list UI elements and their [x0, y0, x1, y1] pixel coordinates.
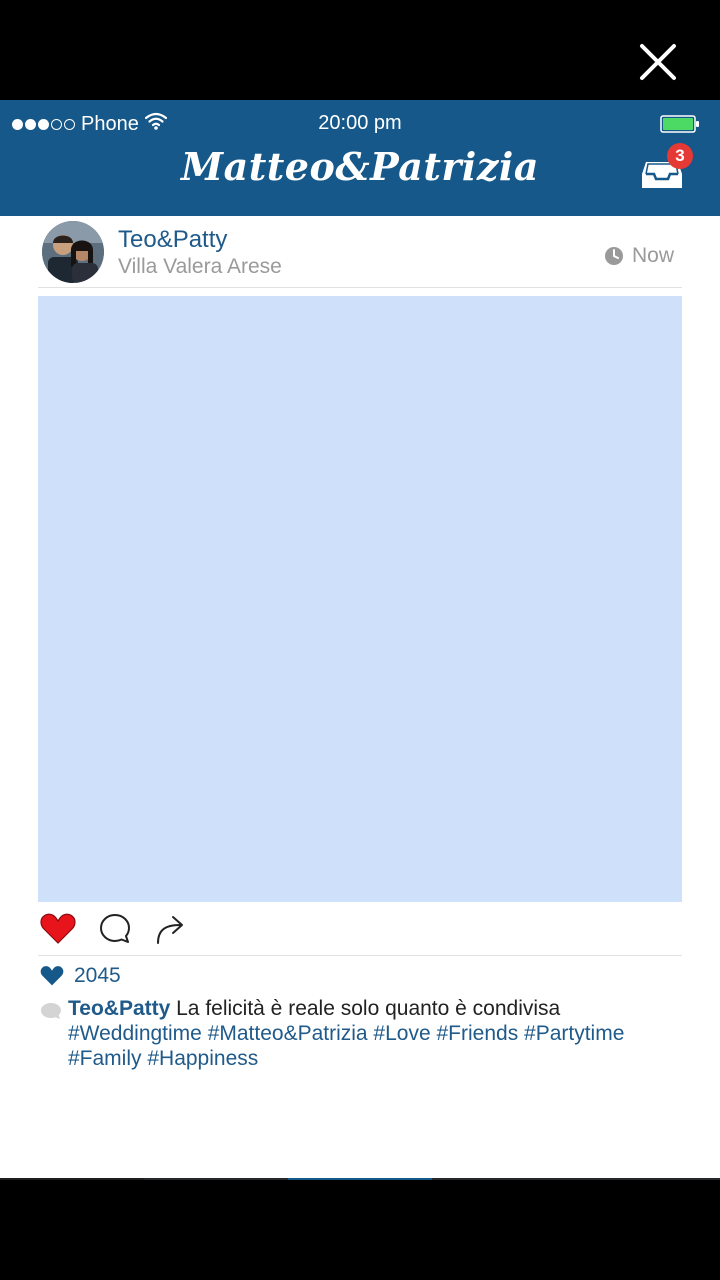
tab-home[interactable] — [0, 1178, 144, 1180]
time-label: Now — [632, 244, 675, 267]
likes-row[interactable]: 2045 — [40, 964, 121, 988]
tab-profile[interactable] — [576, 1178, 720, 1180]
heart-icon[interactable] — [40, 913, 76, 945]
likes-heart-icon — [40, 966, 64, 986]
caption-username[interactable]: Teo&Patty — [68, 997, 170, 1020]
post-time: Now — [604, 244, 674, 268]
clock-icon — [605, 247, 623, 265]
status-time: 20:00 pm — [318, 112, 402, 134]
app-title: Matteo&Patrizia — [181, 144, 539, 189]
likes-count: 2045 — [74, 964, 121, 987]
tab-bar — [0, 1178, 720, 1180]
header-divider — [38, 287, 682, 288]
actions-divider — [38, 955, 682, 956]
battery-icon — [660, 115, 699, 133]
inbox-badge: 3 — [667, 143, 693, 169]
caption-hashtags-2[interactable]: #Family #Happiness — [68, 1047, 258, 1070]
caption-bubble-icon — [40, 1002, 62, 1025]
tab-camera[interactable] — [288, 1178, 432, 1180]
caption-text: La felicità è reale solo quanto è condiv… — [170, 997, 561, 1020]
post-caption: Teo&Patty La felicità è reale solo quant… — [68, 996, 698, 1071]
post-photo[interactable] — [38, 296, 682, 902]
top-bar: Phone 20:00 pm Matteo&Patrizia — [0, 100, 720, 216]
post-username[interactable]: Teo&Patty — [118, 226, 227, 254]
share-icon[interactable] — [154, 913, 188, 945]
close-icon[interactable] — [636, 40, 680, 84]
tab-search[interactable] — [144, 1178, 288, 1180]
post-actions — [40, 912, 188, 946]
avatar[interactable] — [42, 221, 104, 283]
caption-hashtags-1[interactable]: #Weddingtime #Matteo&Patrizia #Love #Fri… — [68, 1022, 624, 1045]
tab-activity[interactable] — [432, 1178, 576, 1180]
post-location[interactable]: Villa Valera Arese — [118, 255, 282, 279]
comment-icon[interactable] — [98, 912, 132, 946]
